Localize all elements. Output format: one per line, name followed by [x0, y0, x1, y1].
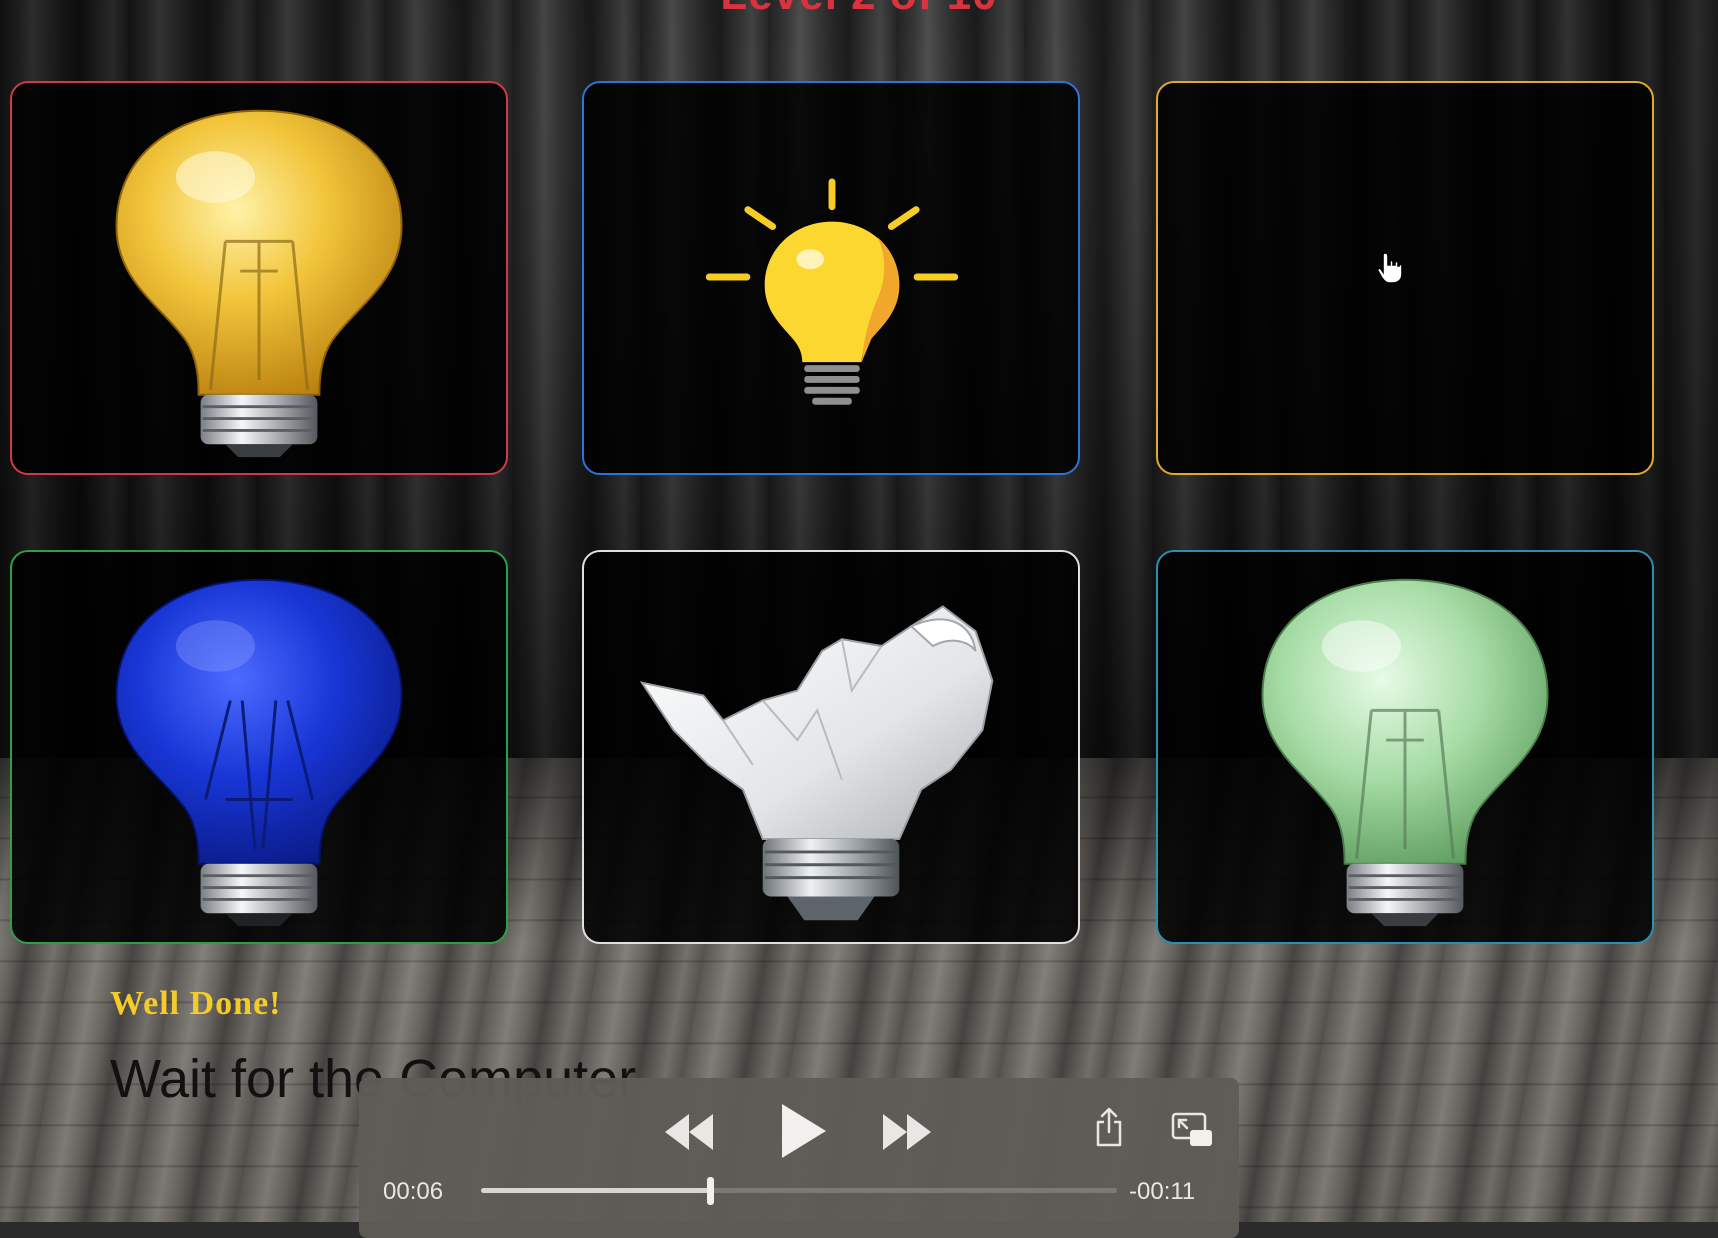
card-yellow-bulb[interactable] [10, 81, 508, 475]
card-broken-bulb[interactable] [582, 550, 1080, 944]
rewind-button[interactable] [661, 1110, 717, 1154]
feedback-message: Well Done! [110, 985, 282, 1022]
play-button[interactable] [774, 1100, 830, 1162]
fast-forward-icon [883, 1114, 931, 1150]
broken-bulb-icon [639, 605, 994, 921]
card-green-bulb[interactable] [1156, 550, 1654, 944]
card-flat-bulb[interactable] [582, 81, 1080, 475]
current-time: 00:06 [383, 1178, 444, 1205]
share-button[interactable] [1094, 1106, 1124, 1148]
fast-forward-button[interactable] [879, 1110, 935, 1154]
remaining-time: -00:11 [1129, 1178, 1196, 1205]
blue-bulb-icon [115, 578, 403, 927]
lightbulb-idea-icon [705, 178, 959, 405]
rewind-icon [665, 1114, 713, 1150]
yellow-bulb-icon [115, 109, 403, 458]
play-icon [782, 1104, 826, 1158]
picture-in-picture-button[interactable] [1170, 1110, 1214, 1150]
share-icon [1096, 1107, 1122, 1147]
card-blue-bulb[interactable] [10, 550, 508, 944]
progress-track[interactable] [481, 1177, 1117, 1205]
picture-in-picture-icon [1171, 1112, 1212, 1146]
card-empty[interactable] [1156, 81, 1654, 475]
video-controls: 00:06 -00:11 [359, 1078, 1239, 1238]
scrubber-handle[interactable] [706, 1177, 714, 1205]
level-title: Level 2 of 10 [0, 0, 1718, 20]
green-bulb-icon [1261, 578, 1549, 927]
hand-cursor-icon [1376, 252, 1403, 284]
progress-fill [481, 1188, 710, 1193]
